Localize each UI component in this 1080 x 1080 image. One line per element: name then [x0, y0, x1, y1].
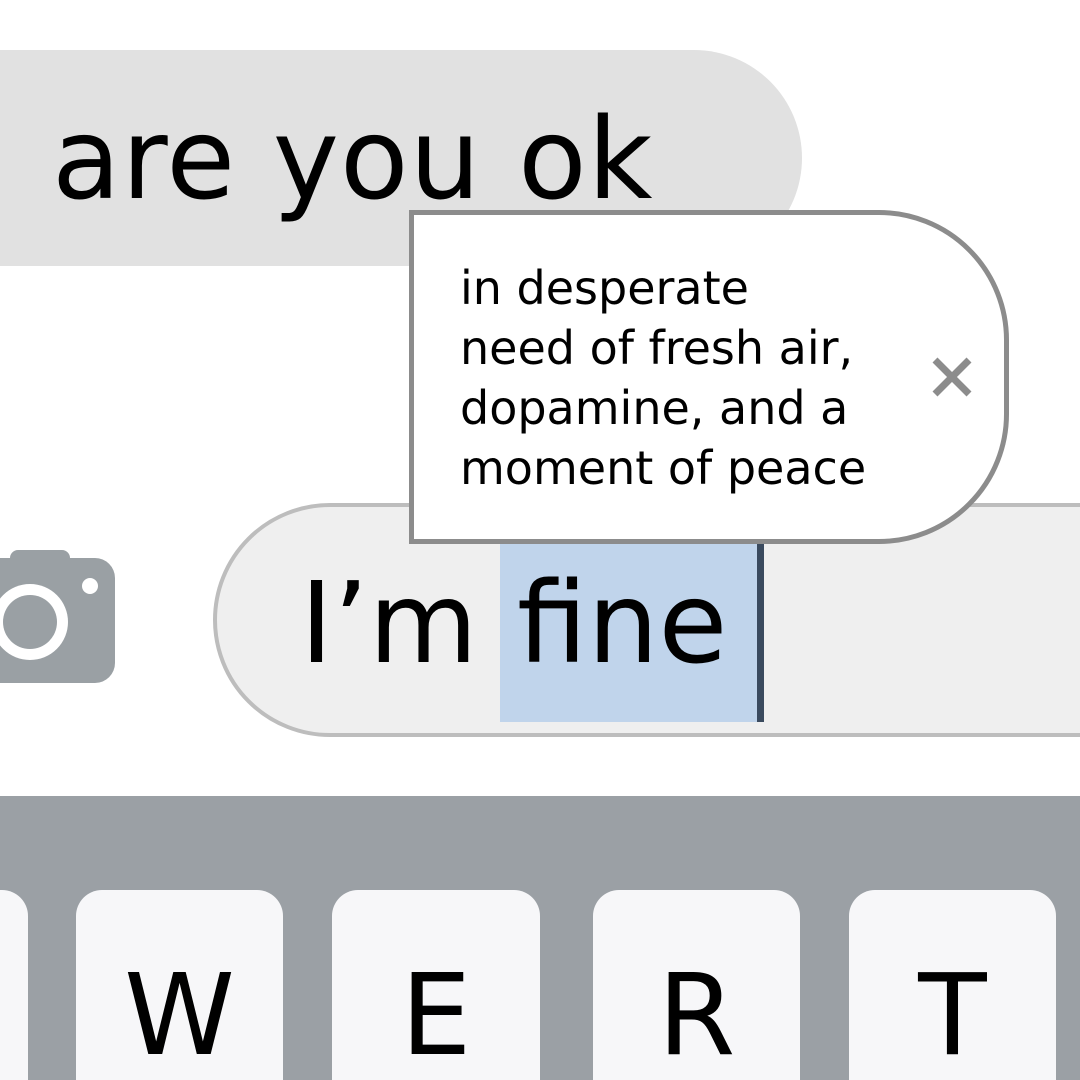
- key-label: Q: [0, 960, 28, 1072]
- key-w[interactable]: W: [76, 890, 283, 1080]
- suggestion-line: dopamine, and a: [460, 381, 849, 435]
- suggestion-line: need of fresh air,: [460, 321, 854, 375]
- key-q[interactable]: Q: [0, 890, 28, 1080]
- close-icon[interactable]: [928, 353, 976, 401]
- suggestion-text[interactable]: in desperate need of fresh air, dopamine…: [460, 258, 930, 498]
- input-word[interactable]: I’m: [300, 568, 478, 680]
- suggestion-line: moment of peace: [460, 441, 867, 495]
- key-e[interactable]: E: [332, 890, 540, 1080]
- camera-icon[interactable]: [0, 548, 120, 688]
- selected-word[interactable]: fine: [517, 568, 727, 680]
- key-t[interactable]: T: [849, 890, 1056, 1080]
- key-label: T: [918, 951, 987, 1080]
- text-cursor: [757, 541, 764, 722]
- key-r[interactable]: R: [593, 890, 800, 1080]
- key-label: R: [657, 951, 736, 1080]
- messaging-screen: are you ok I’m fine in desperate need of…: [0, 0, 1080, 1080]
- key-label: E: [400, 951, 472, 1080]
- key-label: W: [124, 951, 235, 1080]
- suggestion-line: in desperate: [460, 261, 749, 315]
- incoming-message-text: are you ok: [52, 95, 654, 225]
